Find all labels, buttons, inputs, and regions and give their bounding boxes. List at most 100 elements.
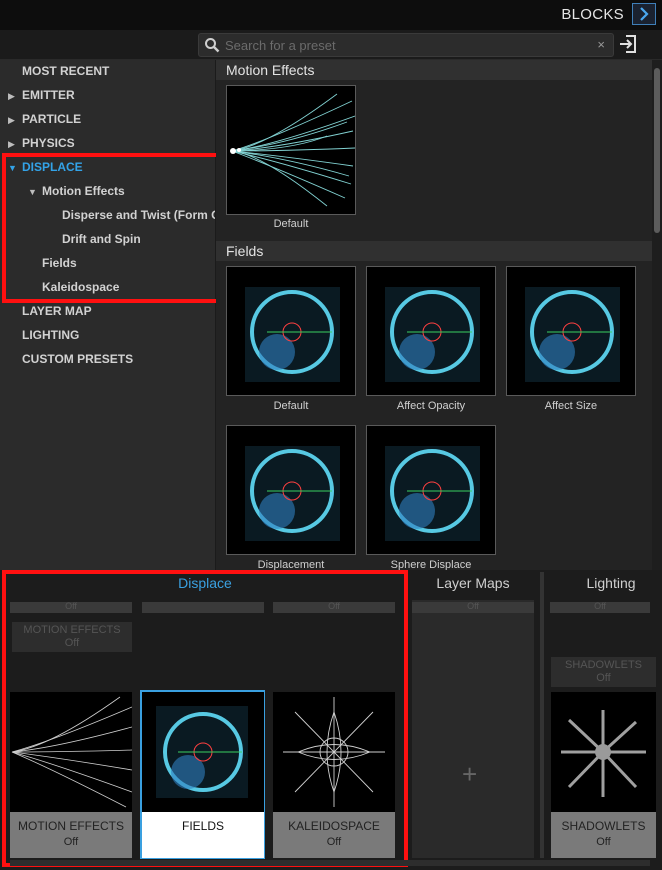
search-row: ×: [0, 30, 662, 60]
kaleidoscope-thumbnail: [283, 697, 385, 807]
tab-lighting[interactable]: Lighting: [550, 575, 662, 597]
preset-label: Sphere Displace: [390, 559, 472, 570]
slot-status: [142, 602, 264, 613]
preset-thumb-fields-default[interactable]: [226, 266, 356, 396]
collapse-arrow-icon: ▼: [28, 187, 37, 197]
block-thumbnail: [142, 692, 264, 812]
preset-label: Displacement: [257, 559, 325, 570]
ghost-state: Off: [596, 672, 611, 684]
field-sphere-thumbnail: [245, 446, 340, 541]
tree-item-label: PARTICLE: [22, 112, 82, 126]
tree-item-layer-map[interactable]: LAYER MAP: [22, 301, 92, 321]
preset-thumb-fields-sphere-displace[interactable]: [366, 425, 496, 555]
slot-status: Off: [273, 602, 395, 613]
tree-item-most-recent[interactable]: MOST RECENT: [22, 61, 109, 81]
block-card-shadowlets[interactable]: SHADOWLETS Off: [551, 692, 656, 858]
collapse-arrow-icon: ▼: [8, 163, 17, 173]
expand-arrow-icon: ▶: [8, 115, 15, 125]
search-input[interactable]: [225, 36, 585, 54]
tree-item-physics[interactable]: ▶ PHYSICS: [8, 133, 75, 153]
block-state: Off: [326, 836, 342, 848]
scrollbar-thumb[interactable]: [654, 68, 660, 233]
tree-item-label: LAYER MAP: [22, 304, 92, 318]
ghost-name: MOTION EFFECTS: [23, 624, 121, 636]
block-card-label: KALEIDOSPACE Off: [273, 812, 395, 858]
tree-item-drift-and-spin[interactable]: Drift and Spin: [62, 229, 141, 249]
tree-item-label: EMITTER: [22, 88, 75, 102]
block-card-fields[interactable]: FIELDS: [140, 690, 265, 859]
tab-layer-maps[interactable]: Layer Maps: [412, 575, 534, 597]
chevron-right-icon: [640, 7, 649, 21]
tree-item-particle[interactable]: ▶ PARTICLE: [8, 109, 81, 129]
field-sphere-thumbnail: [385, 446, 480, 541]
tree-item-label: CUSTOM PRESETS: [22, 352, 134, 366]
block-card-kaleidospace[interactable]: KALEIDOSPACE Off: [273, 692, 395, 858]
block-card-label: FIELDS: [142, 812, 264, 858]
column-divider: [540, 572, 544, 858]
tree-item-displace[interactable]: ▼ DISPLACE: [8, 157, 83, 177]
block-name: MOTION EFFECTS: [18, 819, 124, 833]
preset-label: Affect Size: [544, 400, 598, 412]
block-name: FIELDS: [181, 819, 224, 833]
tree-item-label: Kaleidospace: [42, 280, 120, 294]
search-icon: [205, 38, 220, 53]
burst-thumbnail: [561, 710, 646, 797]
ghost-name: SHADOWLETS: [564, 659, 642, 671]
preset-thumb-fields-affect-size[interactable]: [506, 266, 636, 396]
field-sphere-thumbnail: [245, 287, 340, 382]
ghost-block-shadowlets: SHADOWLETS Off: [551, 657, 656, 687]
tree-item-label: LIGHTING: [22, 328, 80, 342]
block-thumbnail: [10, 692, 132, 812]
bottom-scrollbar[interactable]: [10, 860, 650, 866]
block-state: Off: [63, 836, 79, 848]
block-card-motion-effects[interactable]: MOTION EFFECTS Off: [10, 692, 132, 858]
tree-item-label: MOST RECENT: [22, 64, 110, 78]
tree-item-kaleidospace[interactable]: Kaleidospace: [42, 277, 119, 297]
layer-maps-column: [412, 600, 534, 858]
add-block-icon[interactable]: +: [462, 759, 477, 790]
block-thumbnail: [551, 692, 656, 812]
ghost-block-motion-effects: MOTION EFFECTS Off: [12, 622, 132, 652]
section-header-fields: Fields: [216, 241, 652, 261]
ghost-state: Off: [64, 637, 80, 649]
tree-item-label: DISPLACE: [22, 160, 83, 174]
preset-thumb-fields-affect-opacity[interactable]: [366, 266, 496, 396]
tree-item-label: Motion Effects: [42, 184, 125, 198]
tree-item-custom-presets[interactable]: CUSTOM PRESETS: [22, 349, 133, 369]
content-scrollbar[interactable]: [652, 60, 662, 570]
preset-thumb-fields-displacement[interactable]: [226, 425, 356, 555]
block-name: KALEIDOSPACE: [288, 819, 380, 833]
tree-item-fields[interactable]: Fields: [42, 253, 77, 273]
tree-item-lighting[interactable]: LIGHTING: [22, 325, 79, 345]
tree-item-label: Drift and Spin: [62, 232, 141, 246]
slot-status: Off: [10, 602, 132, 613]
block-state: Off: [596, 836, 611, 848]
tree-item-label: Fields: [42, 256, 77, 270]
tree-item-label: Disperse and Twist (Form On: [62, 208, 215, 222]
clear-search-icon[interactable]: ×: [597, 37, 605, 52]
slot-status: Off: [550, 602, 650, 613]
tab-displace[interactable]: Displace: [10, 575, 400, 597]
preset-label: Affect Opacity: [396, 400, 466, 412]
slot-status: Off: [412, 602, 534, 613]
preset-label: Default: [273, 218, 309, 230]
expand-arrow-icon: ▶: [8, 91, 15, 101]
tree-item-label: PHYSICS: [22, 136, 75, 150]
top-bar: BLOCKS: [0, 0, 662, 30]
block-thumbnail: [273, 692, 395, 812]
field-sphere-thumbnail: [385, 287, 480, 382]
preset-label: Default: [273, 400, 309, 412]
particle-stream-thumbnail: [11, 696, 132, 808]
tree-item-motion-effects[interactable]: ▼ Motion Effects: [28, 181, 125, 201]
expand-button[interactable]: [632, 3, 656, 25]
block-card-label: SHADOWLETS Off: [551, 812, 656, 858]
tree-item-disperse-and-twist[interactable]: Disperse and Twist (Form On: [62, 205, 215, 225]
expand-arrow-icon: ▶: [8, 139, 15, 149]
preset-content: Motion Effects Default Fields Default Af…: [216, 60, 662, 570]
panel-title: BLOCKS: [561, 6, 624, 23]
tree-item-emitter[interactable]: ▶ EMITTER: [8, 85, 75, 105]
search-box[interactable]: ×: [198, 33, 614, 57]
preset-thumb-motion-default[interactable]: [226, 85, 356, 215]
exit-icon[interactable]: [618, 34, 638, 54]
block-name: SHADOWLETS: [561, 819, 646, 833]
